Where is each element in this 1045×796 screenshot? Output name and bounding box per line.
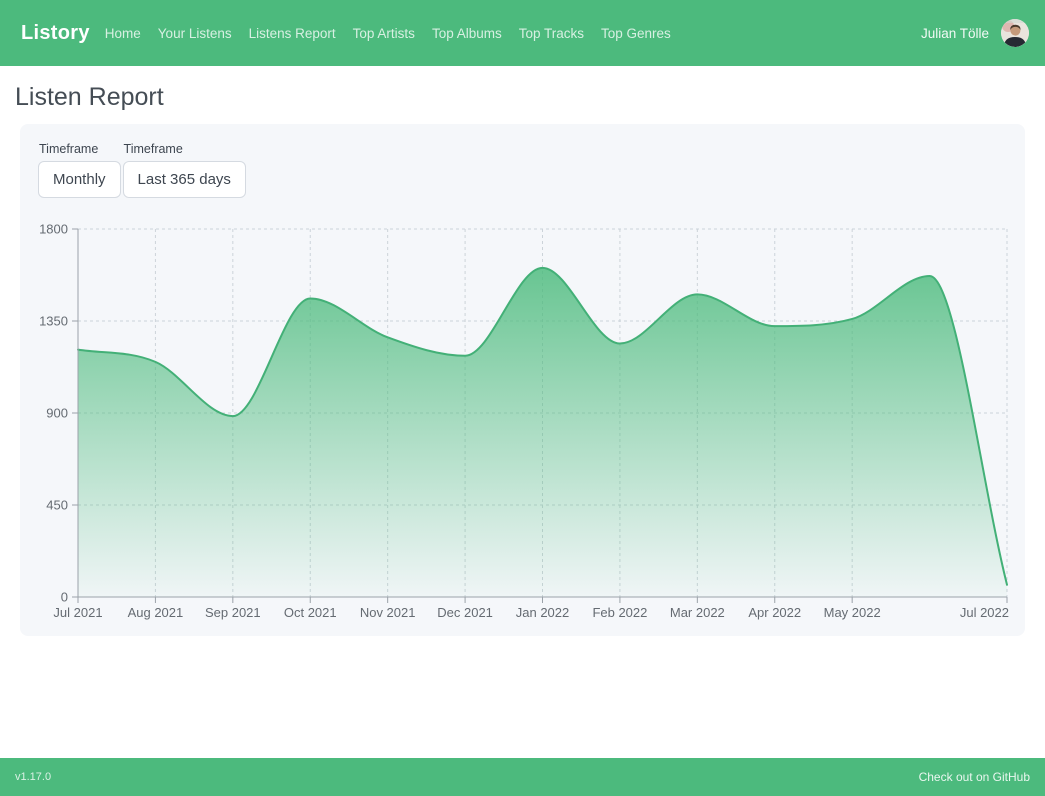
listens-area-chart[interactable]: 0 450 900 1350 1800 Jul 2021 Aug 2021 Sep 2021 O… (38, 219, 1007, 626)
y-axis-label: 0 (61, 590, 68, 605)
nav-item-top-albums[interactable]: Top Albums (432, 26, 502, 41)
user-avatar-icon (1001, 19, 1029, 47)
timeframe-controls: Timeframe Monthly Timeframe Last 365 day… (38, 142, 1007, 198)
x-axis-label: Oct 2021 (284, 605, 337, 620)
x-axis-label: Apr 2022 (748, 605, 801, 620)
nav-item-top-genres[interactable]: Top Genres (601, 26, 671, 41)
timeframe-range-select[interactable]: Last 365 days (123, 161, 246, 198)
x-axis-label: Sep 2021 (205, 605, 261, 620)
timeframe-unit-select[interactable]: Monthly (38, 161, 121, 198)
navbar: Listory Home Your Listens Listens Report… (0, 0, 1045, 66)
y-axis-label: 450 (46, 498, 68, 513)
x-axis-label: Jan 2022 (516, 605, 570, 620)
github-link[interactable]: Check out on GitHub (919, 770, 1030, 784)
timeframe-range-label: Timeframe (124, 142, 246, 156)
nav-item-listens-report[interactable]: Listens Report (249, 26, 336, 41)
y-axis-label: 1350 (39, 314, 68, 329)
nav-item-top-tracks[interactable]: Top Tracks (519, 26, 584, 41)
y-axis-label: 1800 (39, 222, 68, 237)
chart-canvas[interactable]: 0 450 900 1350 1800 Jul 2021 Aug 2021 Sep 2021 O… (38, 219, 1010, 621)
x-axis-label: Jul 2022 (960, 605, 1009, 620)
report-card: Timeframe Monthly Timeframe Last 365 day… (20, 124, 1025, 636)
x-axis-label: Feb 2022 (592, 605, 647, 620)
footer: v1.17.0 Check out on GitHub (0, 758, 1045, 796)
main-content: Listen Report Timeframe Monthly Timefram… (0, 66, 1045, 758)
y-axis-label: 900 (46, 406, 68, 421)
page-title: Listen Report (15, 83, 1030, 112)
nav-item-home[interactable]: Home (105, 26, 141, 41)
x-axis-label: Mar 2022 (670, 605, 725, 620)
nav-item-your-listens[interactable]: Your Listens (158, 26, 232, 41)
timeframe-unit-control: Timeframe Monthly (38, 142, 121, 198)
brand-logo[interactable]: Listory (21, 22, 90, 45)
nav-links: Home Your Listens Listens Report Top Art… (105, 26, 921, 41)
user-name: Julian Tölle (921, 26, 989, 41)
timeframe-range-control: Timeframe Last 365 days (123, 142, 246, 198)
app-version: v1.17.0 (15, 771, 51, 783)
x-axis-label: Aug 2021 (128, 605, 184, 620)
x-axis-label: May 2022 (824, 605, 881, 620)
x-axis-label: Nov 2021 (360, 605, 416, 620)
x-axis-label: Jul 2021 (53, 605, 102, 620)
nav-item-top-artists[interactable]: Top Artists (353, 26, 415, 41)
timeframe-unit-label: Timeframe (39, 142, 121, 156)
area-fill (78, 268, 1007, 597)
x-axis-label: Dec 2021 (437, 605, 493, 620)
